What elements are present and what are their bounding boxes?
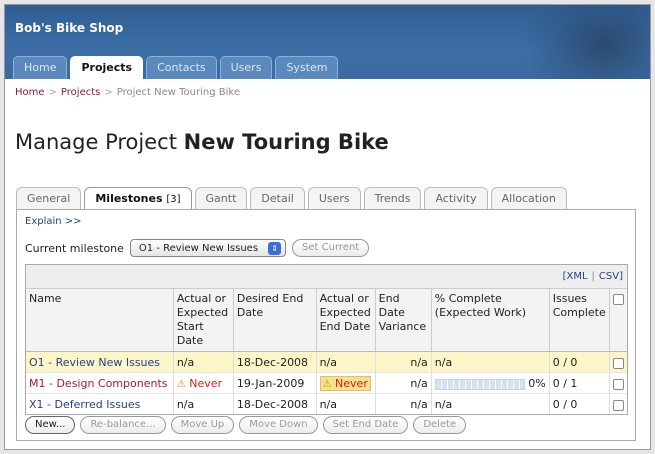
warning-icon: ⚠ bbox=[322, 379, 332, 390]
select-all-checkbox[interactable] bbox=[612, 293, 624, 305]
end-date-variance: n/a bbox=[374, 372, 432, 394]
rebalance-button[interactable]: Re-balance... bbox=[80, 416, 166, 434]
percent-complete-cell: 0% bbox=[430, 372, 550, 394]
tab-trends[interactable]: Trends bbox=[363, 187, 422, 209]
new-button[interactable]: New... bbox=[25, 416, 76, 434]
export-bracket-close: ] bbox=[619, 271, 623, 282]
col-complete[interactable]: % Complete (Expected Work) bbox=[430, 289, 550, 352]
page-title-project: New Touring Bike bbox=[183, 130, 389, 154]
breadcrumb: Home > Projects > Project New Touring Bike bbox=[15, 87, 240, 98]
set-end-date-button[interactable]: Set End Date bbox=[322, 416, 409, 434]
col-select-all bbox=[608, 289, 627, 352]
current-milestone-select[interactable]: O1 - Review New Issues ⇕ bbox=[129, 239, 287, 257]
row-checkbox[interactable] bbox=[612, 378, 624, 390]
current-milestone-row: Current milestone O1 - Review New Issues… bbox=[25, 239, 370, 257]
export-divider: | bbox=[591, 271, 595, 282]
milestone-name-link[interactable]: O1 - Review New Issues bbox=[29, 356, 160, 369]
breadcrumb-home[interactable]: Home bbox=[15, 87, 45, 98]
end-date-variance: n/a bbox=[374, 393, 432, 414]
app-window: Bob's Bike Shop Home Projects Contacts U… bbox=[4, 4, 651, 450]
tab-milestones-label: Milestones bbox=[95, 192, 163, 205]
explain-link[interactable]: Explain >> bbox=[25, 216, 82, 227]
move-down-button[interactable]: Move Down bbox=[239, 416, 318, 434]
tab-general[interactable]: General bbox=[16, 187, 82, 209]
set-current-button[interactable]: Set Current bbox=[292, 239, 370, 257]
issues-complete: 0 / 1 bbox=[548, 372, 610, 394]
milestone-name-link[interactable]: X1 - Deferred Issues bbox=[29, 398, 140, 411]
desired-end-date: 19-Jan-2009 bbox=[232, 372, 317, 394]
breadcrumb-projects[interactable]: Projects bbox=[61, 87, 100, 98]
progress-bar bbox=[434, 378, 525, 390]
tab-detail[interactable]: Detail bbox=[250, 187, 305, 209]
breadcrumb-current: Project New Touring Bike bbox=[116, 87, 240, 98]
issues-complete: 0 / 0 bbox=[548, 351, 610, 373]
row-checkbox[interactable] bbox=[612, 357, 624, 369]
issues-complete: 0 / 0 bbox=[548, 393, 610, 414]
select-arrows-icon: ⇕ bbox=[268, 241, 282, 255]
page-title: Manage Project New Touring Bike bbox=[15, 130, 389, 154]
desired-end-date: 18-Dec-2008 bbox=[232, 351, 317, 373]
milestones-panel: Explain >> Current milestone O1 - Review… bbox=[16, 209, 636, 441]
export-xml-link[interactable]: XML bbox=[566, 271, 587, 282]
tab-milestones[interactable]: Milestones [3] bbox=[84, 187, 192, 210]
desired-end-date: 18-Dec-2008 bbox=[232, 393, 317, 414]
actual-end-date: n/a bbox=[315, 393, 376, 414]
tab-activity[interactable]: Activity bbox=[424, 187, 488, 209]
table-row[interactable]: X1 - Deferred Issues n/a 18-Dec-2008 n/a… bbox=[26, 393, 627, 414]
start-date: n/a bbox=[172, 393, 234, 414]
col-actual-end[interactable]: Actual or Expected End Date bbox=[315, 289, 376, 352]
milestone-actions: New... Re-balance... Move Up Move Down S… bbox=[25, 416, 467, 434]
tab-gantt[interactable]: Gantt bbox=[194, 187, 248, 209]
nav-tab-contacts[interactable]: Contacts bbox=[146, 56, 217, 79]
start-date: Never bbox=[189, 377, 223, 390]
percent-complete: 0% bbox=[528, 377, 546, 390]
breadcrumb-separator: > bbox=[104, 87, 113, 98]
current-milestone-value: O1 - Review New Issues bbox=[138, 242, 259, 254]
header-banner: Bob's Bike Shop Home Projects Contacts U… bbox=[5, 5, 650, 79]
table-row[interactable]: M1 - Design Components ⚠ Never 19-Jan-20… bbox=[26, 372, 627, 394]
tab-milestones-count: [3] bbox=[166, 194, 181, 205]
project-subtabs: General Milestones [3] Gantt Detail User… bbox=[16, 187, 567, 210]
col-desired-end[interactable]: Desired End Date bbox=[232, 289, 317, 352]
nav-tab-system[interactable]: System bbox=[275, 56, 339, 79]
percent-complete: n/a bbox=[430, 351, 550, 373]
warning-icon: ⚠ bbox=[176, 379, 186, 390]
header-photo bbox=[520, 5, 650, 79]
export-csv-link[interactable]: CSV bbox=[599, 271, 619, 282]
actual-end-date: Never bbox=[335, 377, 368, 390]
milestone-name-link[interactable]: M1 - Design Components bbox=[29, 377, 168, 390]
nav-tab-users[interactable]: Users bbox=[219, 56, 273, 79]
brand-title: Bob's Bike Shop bbox=[15, 21, 124, 35]
table-toolbar: [XML | CSV] bbox=[26, 265, 627, 289]
percent-complete: n/a bbox=[430, 393, 550, 414]
col-issues[interactable]: Issues Complete bbox=[548, 289, 610, 352]
col-name[interactable]: Name bbox=[26, 289, 174, 352]
actual-end-date-warning[interactable]: ⚠ Never bbox=[319, 376, 371, 391]
page-title-prefix: Manage Project bbox=[15, 130, 177, 154]
end-date-variance: n/a bbox=[374, 351, 432, 373]
table-header-row: Name Actual or Expected Start Date Desir… bbox=[26, 289, 627, 352]
breadcrumb-separator: > bbox=[48, 87, 57, 98]
current-milestone-label: Current milestone bbox=[25, 241, 124, 255]
nav-tab-projects[interactable]: Projects bbox=[70, 56, 144, 79]
move-up-button[interactable]: Move Up bbox=[170, 416, 235, 434]
table-row[interactable]: O1 - Review New Issues n/a 18-Dec-2008 n… bbox=[26, 351, 627, 373]
nav-tab-home[interactable]: Home bbox=[13, 56, 68, 79]
col-variance[interactable]: End Date Variance bbox=[374, 289, 432, 352]
start-date: n/a bbox=[172, 351, 234, 373]
export-links: [XML | CSV] bbox=[563, 271, 623, 282]
row-checkbox[interactable] bbox=[612, 399, 624, 411]
milestones-table: [XML | CSV] Name Actual or Expected Start … bbox=[25, 264, 628, 415]
col-start[interactable]: Actual or Expected Start Date bbox=[172, 289, 234, 352]
main-nav: Home Projects Contacts Users System bbox=[13, 56, 339, 79]
tab-users[interactable]: Users bbox=[307, 187, 361, 209]
actual-end-date: n/a bbox=[315, 351, 376, 373]
tab-allocation[interactable]: Allocation bbox=[490, 187, 567, 209]
delete-button[interactable]: Delete bbox=[413, 416, 467, 434]
